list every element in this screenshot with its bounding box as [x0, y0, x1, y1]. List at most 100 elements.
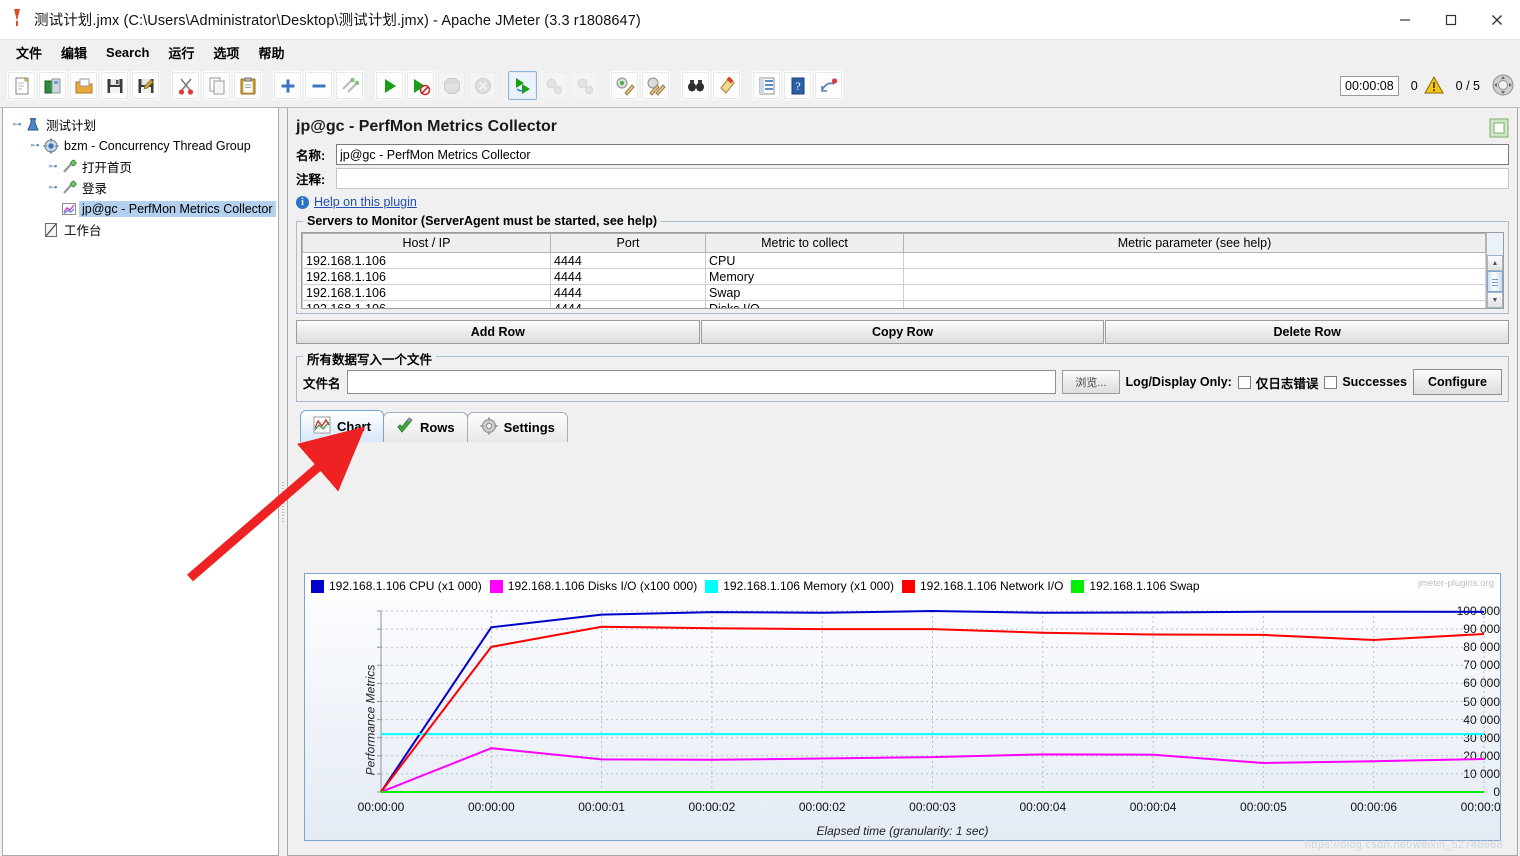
expand-handle-icon[interactable]: ⊶	[47, 161, 59, 172]
remote-start-icon[interactable]	[508, 71, 537, 100]
undo-icon[interactable]	[814, 71, 843, 100]
scroll-up-icon[interactable]: ▲	[1487, 255, 1503, 271]
save-icon[interactable]	[100, 71, 129, 100]
shutdown-icon[interactable]	[468, 71, 497, 100]
column-header-metric[interactable]: Metric to collect	[705, 233, 904, 253]
save-as-icon[interactable]	[131, 71, 160, 100]
help-on-this-plugin-link[interactable]: Help on this plugin	[314, 195, 417, 209]
cell-metric-parameter[interactable]	[903, 268, 1486, 285]
search-icon[interactable]	[681, 71, 710, 100]
cell-metric-parameter[interactable]	[903, 252, 1486, 269]
expand-icon[interactable]	[273, 71, 302, 100]
menu-item-help[interactable]: 帮助	[250, 41, 292, 64]
table-row[interactable]: 192.168.1.106 4444 Disks I/O	[302, 300, 1486, 308]
legend-item-disks-io[interactable]: 192.168.1.106 Disks I/O (x100 000)	[489, 579, 697, 593]
table-row[interactable]: 192.168.1.106 4444 CPU	[302, 252, 1486, 269]
successes-checkbox-wrap[interactable]: Successes	[1324, 375, 1407, 389]
help-icon[interactable]: ?	[783, 71, 812, 100]
legend-item-swap[interactable]: 192.168.1.106 Swap	[1071, 579, 1200, 593]
start-icon[interactable]	[375, 71, 404, 100]
comment-input[interactable]	[336, 168, 1509, 189]
menu-item-edit[interactable]: 编辑	[53, 41, 95, 64]
column-header-port[interactable]: Port	[550, 233, 706, 253]
tree-node-perfmon-collector[interactable]: jp@gc - PerfMon Metrics Collector	[9, 198, 278, 219]
cell-host[interactable]: 192.168.1.106	[302, 252, 551, 269]
cell-port[interactable]: 4444	[550, 252, 706, 269]
name-input[interactable]	[336, 144, 1509, 165]
minimize-button[interactable]	[1382, 0, 1428, 40]
remote-shutdown-icon[interactable]	[570, 71, 599, 100]
new-icon[interactable]	[7, 71, 36, 100]
scrollbar-thumb[interactable]	[1487, 271, 1503, 292]
cell-host[interactable]: 192.168.1.106	[302, 284, 551, 301]
menu-item-search[interactable]: Search	[98, 43, 157, 62]
open-icon[interactable]	[69, 71, 98, 100]
cell-port[interactable]: 4444	[550, 284, 706, 301]
tree-node-sampler-login[interactable]: ⊶ 登录	[9, 177, 278, 198]
expand-handle-icon[interactable]: ⊶	[29, 140, 41, 151]
paste-icon[interactable]	[233, 71, 262, 100]
cell-host[interactable]: 192.168.1.106	[302, 268, 551, 285]
cell-metric[interactable]: Disks I/O	[705, 300, 904, 308]
errors-only-checkbox[interactable]	[1237, 375, 1251, 389]
collapse-icon[interactable]	[304, 71, 333, 100]
workbench-icon	[41, 222, 61, 238]
tab-rows[interactable]: Rows	[382, 412, 468, 442]
gear-icon	[480, 417, 498, 438]
remote-stop-icon[interactable]	[539, 71, 568, 100]
scroll-down-icon[interactable]: ▼	[1487, 292, 1503, 308]
tree-node-test-plan[interactable]: ⊶ 测试计划	[9, 114, 278, 135]
cell-metric[interactable]: Memory	[705, 268, 904, 285]
close-button[interactable]	[1474, 0, 1520, 40]
browse-button[interactable]: 浏览...	[1062, 370, 1120, 394]
tree-node-workbench[interactable]: 工作台	[9, 219, 278, 240]
function-helper-icon[interactable]	[752, 71, 781, 100]
expand-handle-icon[interactable]: ⊶	[11, 119, 23, 130]
delete-row-button[interactable]: Delete Row	[1105, 320, 1510, 344]
legend-item-memory[interactable]: 192.168.1.106 Memory (x1 000)	[705, 579, 894, 593]
add-row-button[interactable]: Add Row	[296, 320, 700, 344]
tab-chart[interactable]: Chart	[300, 410, 384, 442]
errors-only-checkbox-wrap[interactable]: 仅日志错误	[1237, 373, 1318, 392]
filename-row: 文件名 浏览... Log/Display Only: 仅日志错误 Succes…	[301, 367, 1504, 397]
table-row[interactable]: 192.168.1.106 4444 Swap	[302, 284, 1486, 301]
servers-table-scrollbar[interactable]: ▲ ▼	[1486, 233, 1503, 308]
configure-button[interactable]: Configure	[1412, 369, 1502, 395]
table-row[interactable]: 192.168.1.106 4444 Memory	[302, 268, 1486, 285]
clear-all-icon[interactable]	[641, 71, 670, 100]
legend-item-cpu[interactable]: 192.168.1.106 CPU (x1 000)	[311, 579, 482, 593]
reset-search-icon[interactable]	[712, 71, 741, 100]
tree-node-sampler-home[interactable]: ⊶ 打开首页	[9, 156, 278, 177]
stop-icon[interactable]: STOP	[437, 71, 466, 100]
split-divider[interactable]	[279, 108, 287, 856]
tab-settings[interactable]: Settings	[466, 412, 568, 442]
menu-item-file[interactable]: 文件	[8, 41, 50, 64]
successes-checkbox[interactable]	[1324, 375, 1338, 389]
legend-item-network-io[interactable]: 192.168.1.106 Network I/O	[901, 579, 1063, 593]
scrollbar-track-top[interactable]	[1487, 233, 1503, 255]
cell-metric[interactable]: Swap	[705, 284, 904, 301]
clear-icon[interactable]	[610, 71, 639, 100]
filename-input[interactable]	[346, 370, 1057, 394]
column-header-metric-parameter[interactable]: Metric parameter (see help)	[903, 233, 1486, 253]
maximize-panel-icon[interactable]	[1489, 118, 1509, 138]
cut-icon[interactable]	[171, 71, 200, 100]
start-no-timers-icon[interactable]	[406, 71, 435, 100]
tree-node-thread-group[interactable]: ⊶ bzm - Concurrency Thread Group	[9, 135, 278, 156]
menu-item-options[interactable]: 选项	[205, 41, 247, 64]
toggle-icon[interactable]	[335, 71, 364, 100]
cell-port[interactable]: 4444	[550, 300, 706, 308]
cell-metric-parameter[interactable]	[903, 300, 1486, 308]
copy-icon[interactable]	[202, 71, 231, 100]
menu-item-run[interactable]: 运行	[160, 41, 202, 64]
maximize-button[interactable]	[1428, 0, 1474, 40]
column-header-host[interactable]: Host / IP	[302, 233, 551, 253]
cell-metric[interactable]: CPU	[705, 252, 904, 269]
expand-handle-icon[interactable]: ⊶	[47, 182, 59, 193]
cell-host[interactable]: 192.168.1.106	[302, 300, 551, 308]
warning-icon[interactable]	[1423, 75, 1444, 97]
cell-port[interactable]: 4444	[550, 268, 706, 285]
templates-icon[interactable]	[38, 71, 67, 100]
copy-row-button[interactable]: Copy Row	[700, 320, 1105, 344]
cell-metric-parameter[interactable]	[903, 284, 1486, 301]
